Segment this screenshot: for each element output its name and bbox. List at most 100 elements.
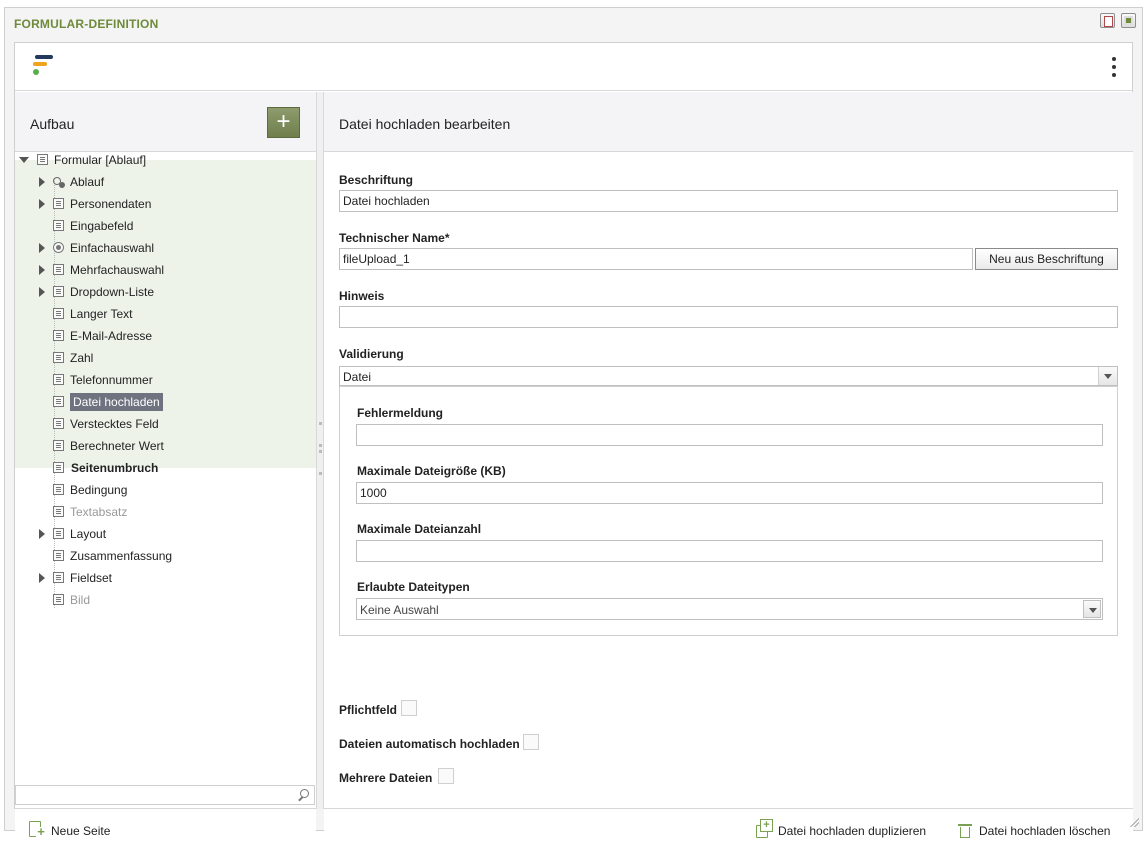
expand-icon[interactable] (39, 199, 45, 209)
tree-search-input[interactable] (16, 786, 286, 804)
tree-item-label: Datei hochladen (70, 393, 163, 411)
input-field-icon (53, 220, 64, 231)
tree-item-label: Dropdown-Liste (70, 285, 155, 299)
more-options-icon[interactable] (1110, 57, 1118, 79)
tree-item-label: Zahl (70, 351, 94, 365)
window: FORMULAR-DEFINITION Aufbau + Formular [A… (4, 7, 1143, 851)
chevron-down-icon[interactable] (1098, 367, 1117, 385)
tree-item-label: Eingabefeld (70, 219, 134, 233)
edit-footer: Datei hochladen duplizieren Datei hochla… (324, 808, 1133, 851)
tree-item-label: E-Mail-Adresse (70, 329, 153, 343)
file-types-value: Keine Auswahl (360, 603, 439, 617)
validation-options: Fehlermeldung Maximale Dateigröße (KB) M… (339, 386, 1118, 636)
number-icon (53, 352, 64, 363)
structure-heading: Aufbau (30, 116, 75, 132)
chevron-down-icon[interactable] (1083, 600, 1101, 618)
caption-input[interactable] (339, 190, 1118, 212)
tree-item[interactable]: Bild (15, 589, 316, 611)
tree-item[interactable]: Zusammenfassung (15, 545, 316, 567)
required-checkbox[interactable] (401, 700, 417, 716)
max-size-label: Maximale Dateigröße (KB) (357, 464, 506, 478)
tree-item[interactable]: Textabsatz (15, 501, 316, 523)
multiple-files-label: Mehrere Dateien (339, 771, 433, 785)
checkbox-icon (53, 264, 64, 275)
structure-header: Aufbau + (15, 92, 316, 152)
tree-search (15, 785, 315, 805)
max-size-input[interactable] (356, 482, 1103, 504)
tree-item[interactable]: Einfachauswahl (15, 237, 316, 259)
hint-input[interactable] (339, 306, 1118, 328)
tree-item[interactable]: Berechneter Wert (15, 435, 316, 457)
tree-item-label: Bild (70, 593, 91, 607)
tree-item[interactable]: Langer Text (15, 303, 316, 325)
window-title: FORMULAR-DEFINITION (14, 17, 159, 31)
validation-label: Validierung (339, 347, 404, 361)
tree-item-root[interactable]: Formular [Ablauf] (15, 149, 316, 171)
hidden-field-icon (53, 418, 64, 429)
fieldset-icon (53, 572, 64, 583)
expand-icon[interactable] (39, 177, 45, 187)
expand-icon[interactable] (39, 265, 45, 275)
tree-item[interactable]: E-Mail-Adresse (15, 325, 316, 347)
gear-icon (53, 176, 64, 187)
regenerate-name-button[interactable]: Neu aus Beschriftung (975, 248, 1118, 270)
file-types-select[interactable]: Keine Auswahl (356, 598, 1103, 620)
structure-panel: Aufbau + Formular [Ablauf] Ablauf Person… (15, 92, 317, 851)
expand-icon[interactable] (39, 243, 45, 253)
tree-item[interactable]: Bedingung (15, 479, 316, 501)
tree-item[interactable]: Verstecktes Feld (15, 413, 316, 435)
form-icon (37, 154, 48, 165)
validation-value: Datei (343, 370, 372, 384)
layout-icon (53, 528, 64, 539)
caption-label: Beschriftung (339, 173, 414, 187)
auto-upload-checkbox[interactable] (523, 734, 539, 750)
duplicate-label: Datei hochladen duplizieren (778, 824, 927, 838)
tree-item[interactable]: Seitenumbruch (15, 457, 316, 479)
add-element-button[interactable]: + (267, 107, 300, 138)
new-page-icon (29, 821, 46, 838)
title-bar: FORMULAR-DEFINITION (5, 8, 1142, 38)
tree-item-label: Personendaten (70, 197, 152, 211)
validation-select[interactable]: Datei (339, 366, 1118, 386)
tree-item-selected[interactable]: Datei hochladen (15, 391, 316, 413)
tree-item[interactable]: Eingabefeld (15, 215, 316, 237)
tree-item[interactable]: Dropdown-Liste (15, 281, 316, 303)
multiple-files-checkbox[interactable] (438, 768, 454, 784)
calculated-icon (53, 440, 64, 451)
tree-item[interactable]: Layout (15, 523, 316, 545)
expand-icon[interactable] (39, 573, 45, 583)
tree-item[interactable]: Fieldset (15, 567, 316, 589)
resize-grip-icon[interactable] (1129, 817, 1139, 827)
phone-icon (53, 374, 64, 385)
expand-icon[interactable] (39, 287, 45, 297)
app-logo (33, 55, 57, 79)
technical-name-input[interactable] (339, 248, 973, 270)
tree-item-label: Bedingung (70, 483, 128, 497)
edit-header: Datei hochladen bearbeiten (324, 92, 1133, 152)
tree-item[interactable]: Mehrfachauswahl (15, 259, 316, 281)
search-icon[interactable] (298, 789, 309, 800)
collapse-icon[interactable] (19, 157, 29, 163)
panel-splitter[interactable] (317, 92, 324, 809)
tree-item[interactable]: Telefonnummer (15, 369, 316, 391)
max-count-input[interactable] (356, 540, 1103, 562)
tree-item-label: Langer Text (70, 307, 133, 321)
dropdown-icon (53, 286, 64, 297)
tree-item[interactable]: Zahl (15, 347, 316, 369)
tree-item-label: Layout (70, 527, 107, 541)
duplicate-icon (756, 819, 773, 838)
tree-item[interactable]: Ablauf (15, 171, 316, 193)
save-icon[interactable] (1121, 13, 1136, 28)
person-data-icon (53, 198, 64, 209)
upload-icon (53, 396, 64, 407)
tree-item-label: Telefonnummer (70, 373, 153, 387)
pdf-export-icon[interactable] (1100, 13, 1115, 28)
email-icon (53, 330, 64, 341)
tree-item-label: Berechneter Wert (70, 439, 164, 453)
tree-item[interactable]: Personendaten (15, 193, 316, 215)
trash-icon (958, 822, 972, 838)
expand-icon[interactable] (39, 529, 45, 539)
auto-upload-label: Dateien automatisch hochladen (339, 737, 520, 751)
image-icon (53, 594, 64, 605)
error-message-input[interactable] (356, 424, 1103, 446)
